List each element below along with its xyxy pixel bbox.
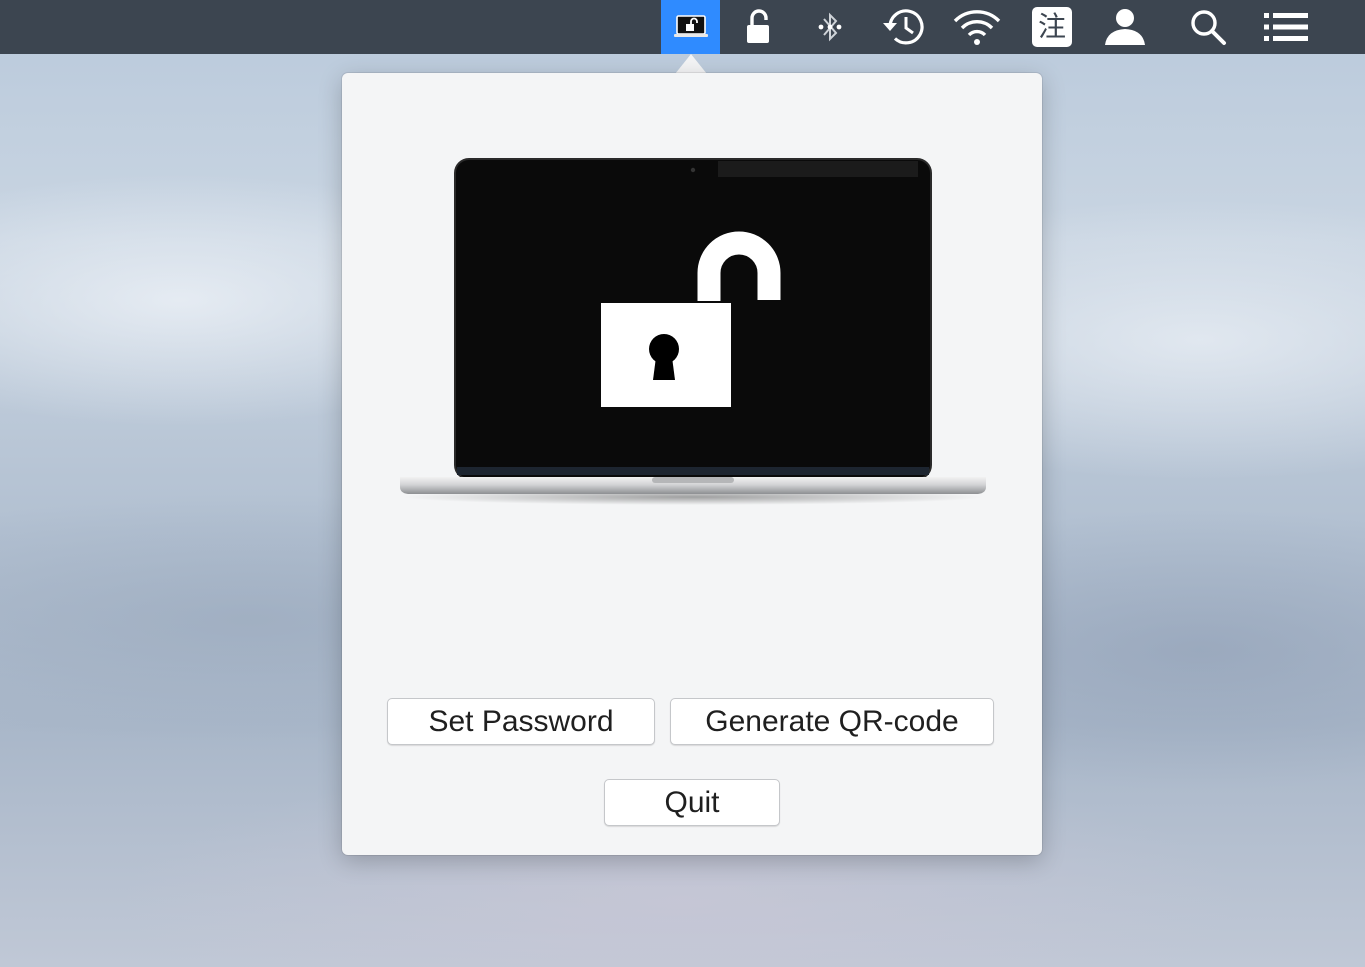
- wifi-icon[interactable]: [950, 0, 1004, 54]
- popover-arrow: [675, 54, 707, 74]
- set-password-button[interactable]: Set Password: [387, 698, 655, 745]
- generate-qr-code-button[interactable]: Generate QR-code: [670, 698, 994, 745]
- quit-button[interactable]: Quit: [604, 779, 780, 826]
- lock-icon[interactable]: [736, 0, 780, 54]
- user-icon[interactable]: [1102, 0, 1148, 54]
- input-method-label: 注: [1037, 10, 1066, 43]
- menu-bar: 注: [0, 0, 1365, 54]
- time-machine-icon[interactable]: [878, 0, 930, 54]
- bluetooth-icon[interactable]: [810, 0, 850, 54]
- app-popover: Set Password Generate QR-code Quit: [342, 73, 1042, 855]
- laptop-unlocked-padlock-icon: [398, 157, 988, 517]
- input-method-icon[interactable]: 注: [1030, 0, 1074, 54]
- laptop-lock-app-icon[interactable]: [661, 0, 720, 54]
- spotlight-search-icon[interactable]: [1186, 0, 1230, 54]
- notification-center-icon[interactable]: [1260, 0, 1312, 54]
